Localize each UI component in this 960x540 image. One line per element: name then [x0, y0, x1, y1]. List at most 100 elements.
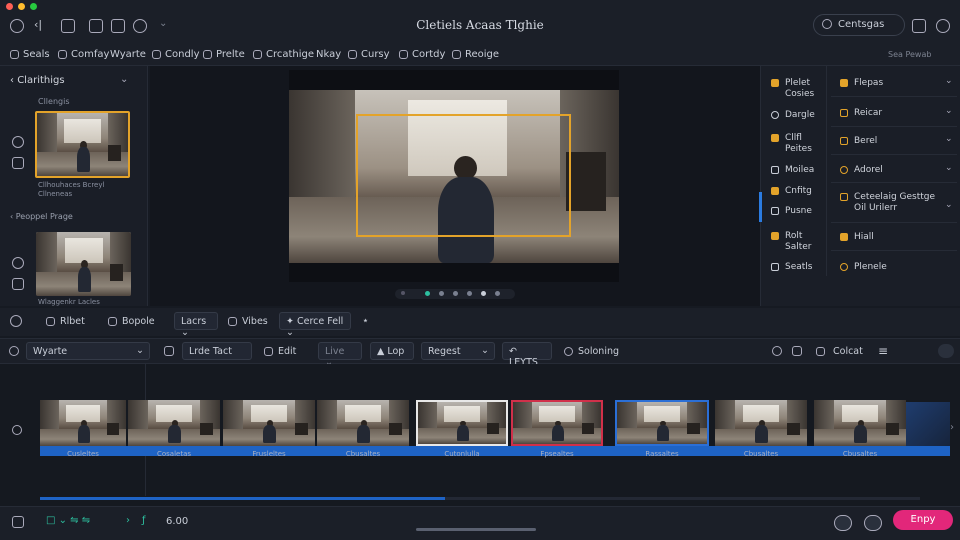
soloing-button[interactable]: Soloning — [564, 346, 619, 357]
menu-item[interactable]: Prelte — [203, 49, 245, 60]
sync-icon[interactable] — [10, 315, 22, 327]
page-dot[interactable] — [453, 291, 458, 296]
media-thumbnail[interactable] — [36, 232, 131, 296]
settings-icon[interactable] — [936, 19, 950, 33]
timeline-clip[interactable] — [317, 400, 409, 446]
page-dot[interactable] — [495, 291, 500, 296]
toolbar-button[interactable]: Bopole — [108, 316, 155, 327]
edit-button[interactable]: Edit — [264, 346, 296, 357]
chevron-down-icon[interactable]: ⌄ — [945, 163, 953, 173]
play-icon[interactable]: › — [126, 515, 130, 526]
panel-item[interactable]: Berel — [854, 136, 877, 147]
audio-icon[interactable] — [864, 515, 882, 531]
chevron-down-icon[interactable]: ⌄ — [945, 76, 953, 86]
timeline-scrollbar[interactable] — [40, 497, 920, 500]
globe-icon[interactable] — [12, 257, 24, 269]
section-title[interactable]: ‹ Clarithigs — [10, 75, 65, 86]
account-button[interactable]: Centsgas — [813, 14, 905, 36]
menu-item[interactable]: Crcathige — [253, 49, 314, 60]
timeline-clip[interactable] — [223, 400, 315, 446]
toolbar-button[interactable]: Rlbet — [46, 316, 85, 327]
panel-item[interactable]: Plelet Cosies — [785, 78, 814, 100]
panel-item[interactable]: Moilea — [785, 165, 814, 176]
panel-item[interactable]: Dargle — [785, 110, 815, 121]
sliders-icon — [771, 263, 779, 271]
timeline-clip[interactable] — [40, 400, 126, 446]
search-input[interactable]: Wyarte ⌄ — [26, 342, 150, 360]
menu-item[interactable]: Comfay — [58, 49, 109, 60]
grid-icon — [771, 166, 779, 174]
page-dot[interactable] — [439, 291, 444, 296]
menu-item[interactable]: Condly — [152, 49, 199, 60]
timeline-clip[interactable] — [128, 400, 220, 446]
magic-icon[interactable]: ⋆ — [362, 314, 369, 327]
close-window-button[interactable] — [6, 3, 13, 10]
menu-icon[interactable]: ≡ — [878, 344, 888, 358]
layout-dropdown[interactable]: Lacrs ⌄ — [174, 312, 218, 338]
refresh-icon[interactable] — [12, 136, 24, 148]
timeline-clip[interactable] — [615, 400, 709, 446]
filter-dropdown[interactable]: ✦ Cerce Fell ⌄ — [279, 312, 351, 338]
chevron-down-icon[interactable]: ⌄ — [945, 134, 953, 144]
request-dropdown[interactable]: Regest ⌄ — [421, 342, 495, 360]
menu-icon — [348, 49, 357, 59]
search-icon[interactable] — [9, 346, 19, 356]
media-thumbnail-selected[interactable] — [35, 111, 130, 178]
image-icon[interactable] — [12, 157, 24, 169]
timeline-clip[interactable] — [511, 400, 603, 446]
timeline-clip[interactable] — [416, 400, 508, 446]
panel-item[interactable]: Cnfitg — [785, 186, 812, 197]
panel-scroll-indicator[interactable] — [759, 192, 762, 222]
panel-item[interactable]: Adorel — [854, 165, 883, 176]
grid-view-icon[interactable] — [12, 516, 24, 528]
timeline-clip[interactable] — [814, 400, 906, 446]
panel-item[interactable]: Seatls — [785, 262, 812, 273]
page-dot-active[interactable] — [481, 291, 486, 296]
section-title[interactable]: ‹ Peoppel Prage — [10, 212, 73, 221]
page-dot[interactable] — [467, 291, 472, 296]
export-button[interactable]: Enpy — [893, 510, 953, 530]
notification-icon[interactable] — [912, 19, 926, 33]
timeline-clip[interactable] — [715, 400, 807, 446]
panel-item[interactable]: Rolt Salter — [785, 231, 812, 253]
live-dropdown[interactable]: Live ⌄ — [318, 342, 362, 368]
panel-item[interactable]: Ceteelaig Gesttge Oil Urilerr — [854, 192, 935, 214]
menu-item[interactable]: Nkay — [316, 49, 341, 60]
toolbar-button[interactable]: Vibes — [228, 316, 268, 327]
panel-item[interactable]: Flepas — [854, 78, 883, 89]
save-icon[interactable] — [164, 346, 174, 356]
monitor-icon[interactable] — [834, 515, 852, 531]
text-dropdown[interactable]: Lrde Tact — [182, 342, 252, 360]
menu-item[interactable]: Cursy — [348, 49, 390, 60]
menu-item[interactable]: Seals — [10, 49, 50, 60]
crop-icon[interactable] — [792, 346, 802, 356]
levels-button[interactable]: ↶ LEYTS — [502, 342, 552, 368]
color-button[interactable]: Colcat — [816, 346, 863, 357]
square-icon[interactable] — [12, 278, 24, 290]
page-dot[interactable] — [425, 291, 430, 296]
chevron-right-icon[interactable]: › — [950, 422, 954, 433]
chevron-down-icon[interactable]: ⌄ — [120, 74, 128, 85]
toggle-icon[interactable] — [938, 344, 954, 358]
menu-item[interactable]: Reoige — [452, 49, 499, 60]
crop-box[interactable] — [356, 114, 571, 237]
menu-item[interactable]: Wyarte — [110, 49, 146, 60]
minimize-window-button[interactable] — [18, 3, 25, 10]
trim-icon[interactable]: ƒ — [142, 515, 146, 526]
chevron-down-icon[interactable]: ⌄ — [945, 200, 953, 210]
panel-item[interactable]: Cllfl Peites — [785, 133, 812, 155]
chevron-down-icon[interactable]: ⌄ — [945, 106, 953, 116]
zoom-value[interactable]: 6.00 — [166, 516, 188, 527]
panel-item[interactable]: Reicar — [854, 108, 882, 119]
track-controls[interactable]: □ ⌄ ⇋ ⇋ — [46, 515, 90, 526]
menu-item[interactable]: Cortdy — [399, 49, 445, 60]
menu-right-link[interactable]: Sea Pewab — [888, 50, 931, 59]
panel-item[interactable]: Plenele — [854, 262, 887, 273]
panel-item[interactable]: Pusne — [785, 206, 812, 217]
resize-handle[interactable] — [416, 528, 536, 531]
loop-dropdown[interactable]: ▲ Lop — [370, 342, 414, 360]
maximize-window-button[interactable] — [30, 3, 37, 10]
zoom-icon[interactable] — [772, 346, 782, 356]
panel-item[interactable]: Hiall — [854, 232, 874, 243]
lock-track-icon[interactable] — [12, 425, 22, 435]
